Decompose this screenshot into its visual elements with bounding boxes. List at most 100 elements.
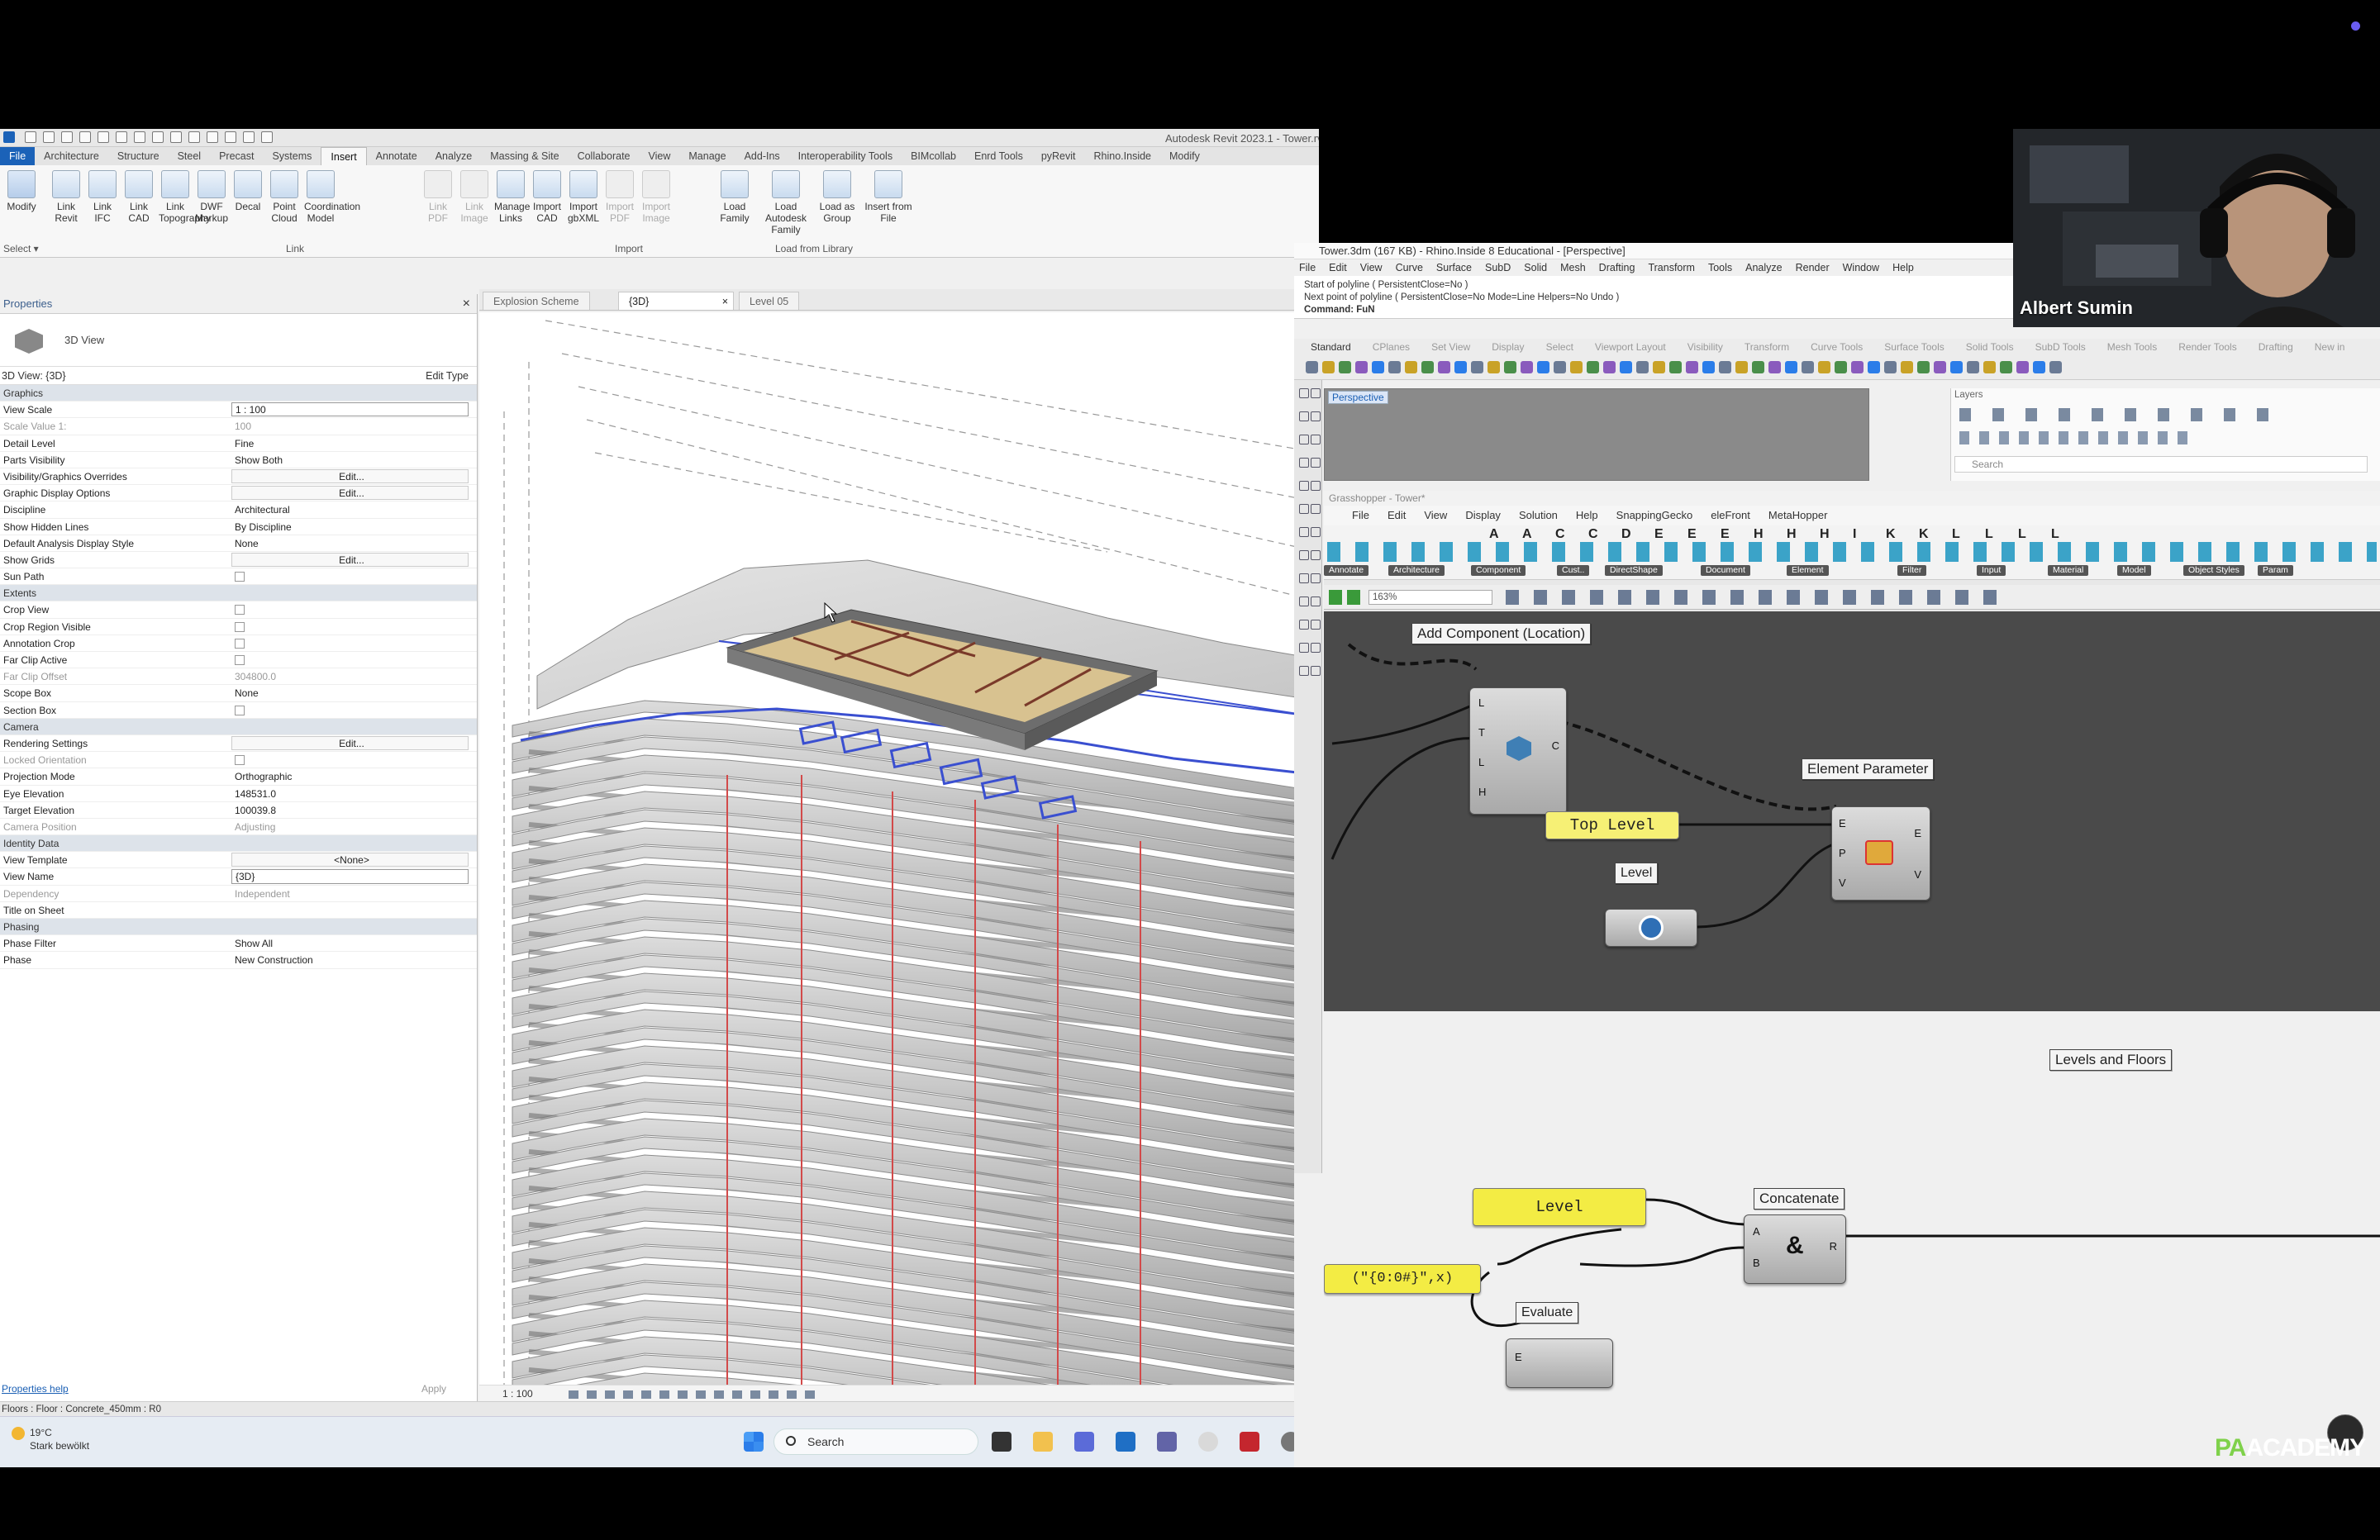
property-value[interactable]: [231, 619, 477, 635]
toolbar-icon[interactable]: [2033, 361, 2045, 373]
toolbar-icon[interactable]: [1587, 361, 1599, 373]
close-icon[interactable]: ×: [463, 294, 470, 314]
tab-modify[interactable]: Modify: [1160, 147, 1209, 165]
gh-menu-solution[interactable]: Solution: [1519, 506, 1558, 525]
gh-menu-elefront[interactable]: eleFront: [1711, 506, 1750, 525]
property-value[interactable]: New Construction: [231, 952, 477, 967]
toolbar-icon[interactable]: [1537, 361, 1549, 373]
load-as-group-button[interactable]: Load as Group: [813, 170, 861, 224]
toolbar-icon[interactable]: [1421, 361, 1434, 373]
rhino-menu-help[interactable]: Help: [1892, 259, 1914, 276]
concatenate-node[interactable]: A B & R: [1744, 1214, 1846, 1284]
rhino-menu-curve[interactable]: Curve: [1396, 259, 1423, 276]
port-parameter[interactable]: P: [1839, 847, 1846, 859]
toolbar-icon[interactable]: [1554, 361, 1566, 373]
rhino-tab-drafting[interactable]: Drafting: [2259, 339, 2293, 355]
group-filter[interactable]: Filter: [1897, 565, 1927, 576]
toolbar-icon[interactable]: [1868, 361, 1880, 373]
group-component[interactable]: Component: [1471, 565, 1526, 576]
group-architecture[interactable]: Architecture: [1388, 565, 1445, 576]
property-far-clip-active[interactable]: Far Clip Active: [0, 652, 477, 669]
close-icon[interactable]: ×: [722, 292, 728, 311]
rhino-tab-surface-tools[interactable]: Surface Tools: [1884, 339, 1944, 355]
group-directshape[interactable]: DirectShape: [1605, 565, 1663, 576]
tab-view[interactable]: View: [640, 147, 680, 165]
link-pdf-button[interactable]: Link PDF: [421, 170, 455, 224]
toolbar-icon[interactable]: [1768, 361, 1781, 373]
toolbar-icon[interactable]: [2000, 361, 2012, 373]
side-tool-icon[interactable]: [1299, 435, 1309, 444]
layers-search[interactable]: Search: [1954, 456, 2368, 473]
gh-menu-help[interactable]: Help: [1576, 506, 1598, 525]
side-tool-icon[interactable]: [1311, 573, 1321, 583]
group-document[interactable]: Document: [1701, 565, 1750, 576]
thin-lines-icon[interactable]: [243, 131, 255, 143]
edit-button[interactable]: Edit...: [231, 552, 469, 568]
rhino-menu-solid[interactable]: Solid: [1524, 259, 1547, 276]
toolbar-icon[interactable]: [1752, 361, 1764, 373]
toolbar-icon[interactable]: [1339, 361, 1351, 373]
toolbar-icon[interactable]: [1835, 361, 1847, 373]
side-tool-icon[interactable]: [1299, 411, 1309, 421]
load-autodesk-family-button[interactable]: Load Autodesk Family: [762, 170, 810, 235]
level-param-node[interactable]: [1605, 909, 1697, 947]
component-tab-h[interactable]: H: [1754, 527, 1764, 542]
toolbar-icon[interactable]: [1669, 361, 1682, 373]
property-annotation-crop[interactable]: Annotation Crop: [0, 635, 477, 652]
rhino-menu-tools[interactable]: Tools: [1708, 259, 1732, 276]
component-tab-e[interactable]: E: [1721, 527, 1730, 542]
port-element-out[interactable]: E: [1914, 827, 1921, 839]
component-tab-a[interactable]: A: [1489, 527, 1499, 542]
import-cad-button[interactable]: Import CAD: [531, 170, 564, 224]
property-target-elevation[interactable]: Target Elevation 100039.8: [0, 802, 477, 819]
insert-from-file-button[interactable]: Insert from File: [864, 170, 912, 224]
top-level-panel[interactable]: Top Level: [1545, 811, 1679, 839]
property-scope-box[interactable]: Scope Box None: [0, 685, 477, 702]
view-scale[interactable]: 1 : 100: [502, 1388, 533, 1400]
tab-bimcollab[interactable]: BIMcollab: [902, 147, 965, 165]
component-tab-e[interactable]: E: [1687, 527, 1697, 542]
component-icons-row-1[interactable]: [1327, 542, 2377, 562]
group-object-styles[interactable]: Object Styles: [2183, 565, 2244, 576]
group-model[interactable]: Model: [2117, 565, 2151, 576]
checkbox[interactable]: [235, 755, 245, 766]
group-cust-[interactable]: Cust..: [1557, 565, 1590, 576]
windows-start-icon[interactable]: [744, 1432, 764, 1452]
zoom-dropdown[interactable]: 163%: [1368, 590, 1492, 605]
weather-widget[interactable]: 19°C Stark bewölkt: [12, 1427, 89, 1452]
property-value[interactable]: Fine: [231, 435, 477, 451]
property-phase-filter[interactable]: Phase Filter Show All: [0, 935, 477, 953]
port-element[interactable]: E: [1839, 817, 1846, 829]
section-icon[interactable]: [225, 131, 236, 143]
toolbar-icon[interactable]: [1785, 361, 1797, 373]
import-gbxml-button[interactable]: Import gbXML: [567, 170, 600, 224]
task-view-icon[interactable]: [992, 1432, 1011, 1452]
component-tab-l[interactable]: L: [2018, 527, 2026, 542]
toolbar-icon[interactable]: [1884, 361, 1897, 373]
tab-structure[interactable]: Structure: [108, 147, 169, 165]
property-value[interactable]: Show All: [231, 935, 477, 951]
port-host[interactable]: H: [1478, 786, 1486, 798]
property-value[interactable]: 100039.8: [231, 802, 477, 818]
side-tool-icon[interactable]: [1299, 458, 1309, 468]
toolbar-icon[interactable]: [1603, 361, 1616, 373]
tag-icon[interactable]: [170, 131, 182, 143]
print-icon[interactable]: [116, 131, 127, 143]
port-type[interactable]: T: [1478, 726, 1485, 739]
property-default-analysis-display-style[interactable]: Default Analysis Display Style None: [0, 535, 477, 552]
property-show-grids[interactable]: Show Grids Edit...: [0, 552, 477, 569]
property-value[interactable]: 148531.0: [231, 786, 477, 801]
edit-button[interactable]: Edit...: [231, 735, 469, 751]
load-family-button[interactable]: Load Family: [711, 170, 759, 224]
teams-icon[interactable]: [1074, 1432, 1094, 1452]
tab-collaborate[interactable]: Collaborate: [569, 147, 640, 165]
property-phase[interactable]: Phase New Construction: [0, 952, 477, 969]
properties-help-link[interactable]: Properties help: [2, 1383, 69, 1395]
toolbar-icon[interactable]: [1802, 361, 1814, 373]
layers-filter-icons[interactable]: [1959, 431, 2191, 444]
toolbar-icon[interactable]: [1719, 361, 1731, 373]
toolbar-icon[interactable]: [1388, 361, 1401, 373]
checkbox[interactable]: [235, 705, 245, 715]
rhino-menu-drafting[interactable]: Drafting: [1599, 259, 1635, 276]
tab-add-ins[interactable]: Add-Ins: [735, 147, 789, 165]
